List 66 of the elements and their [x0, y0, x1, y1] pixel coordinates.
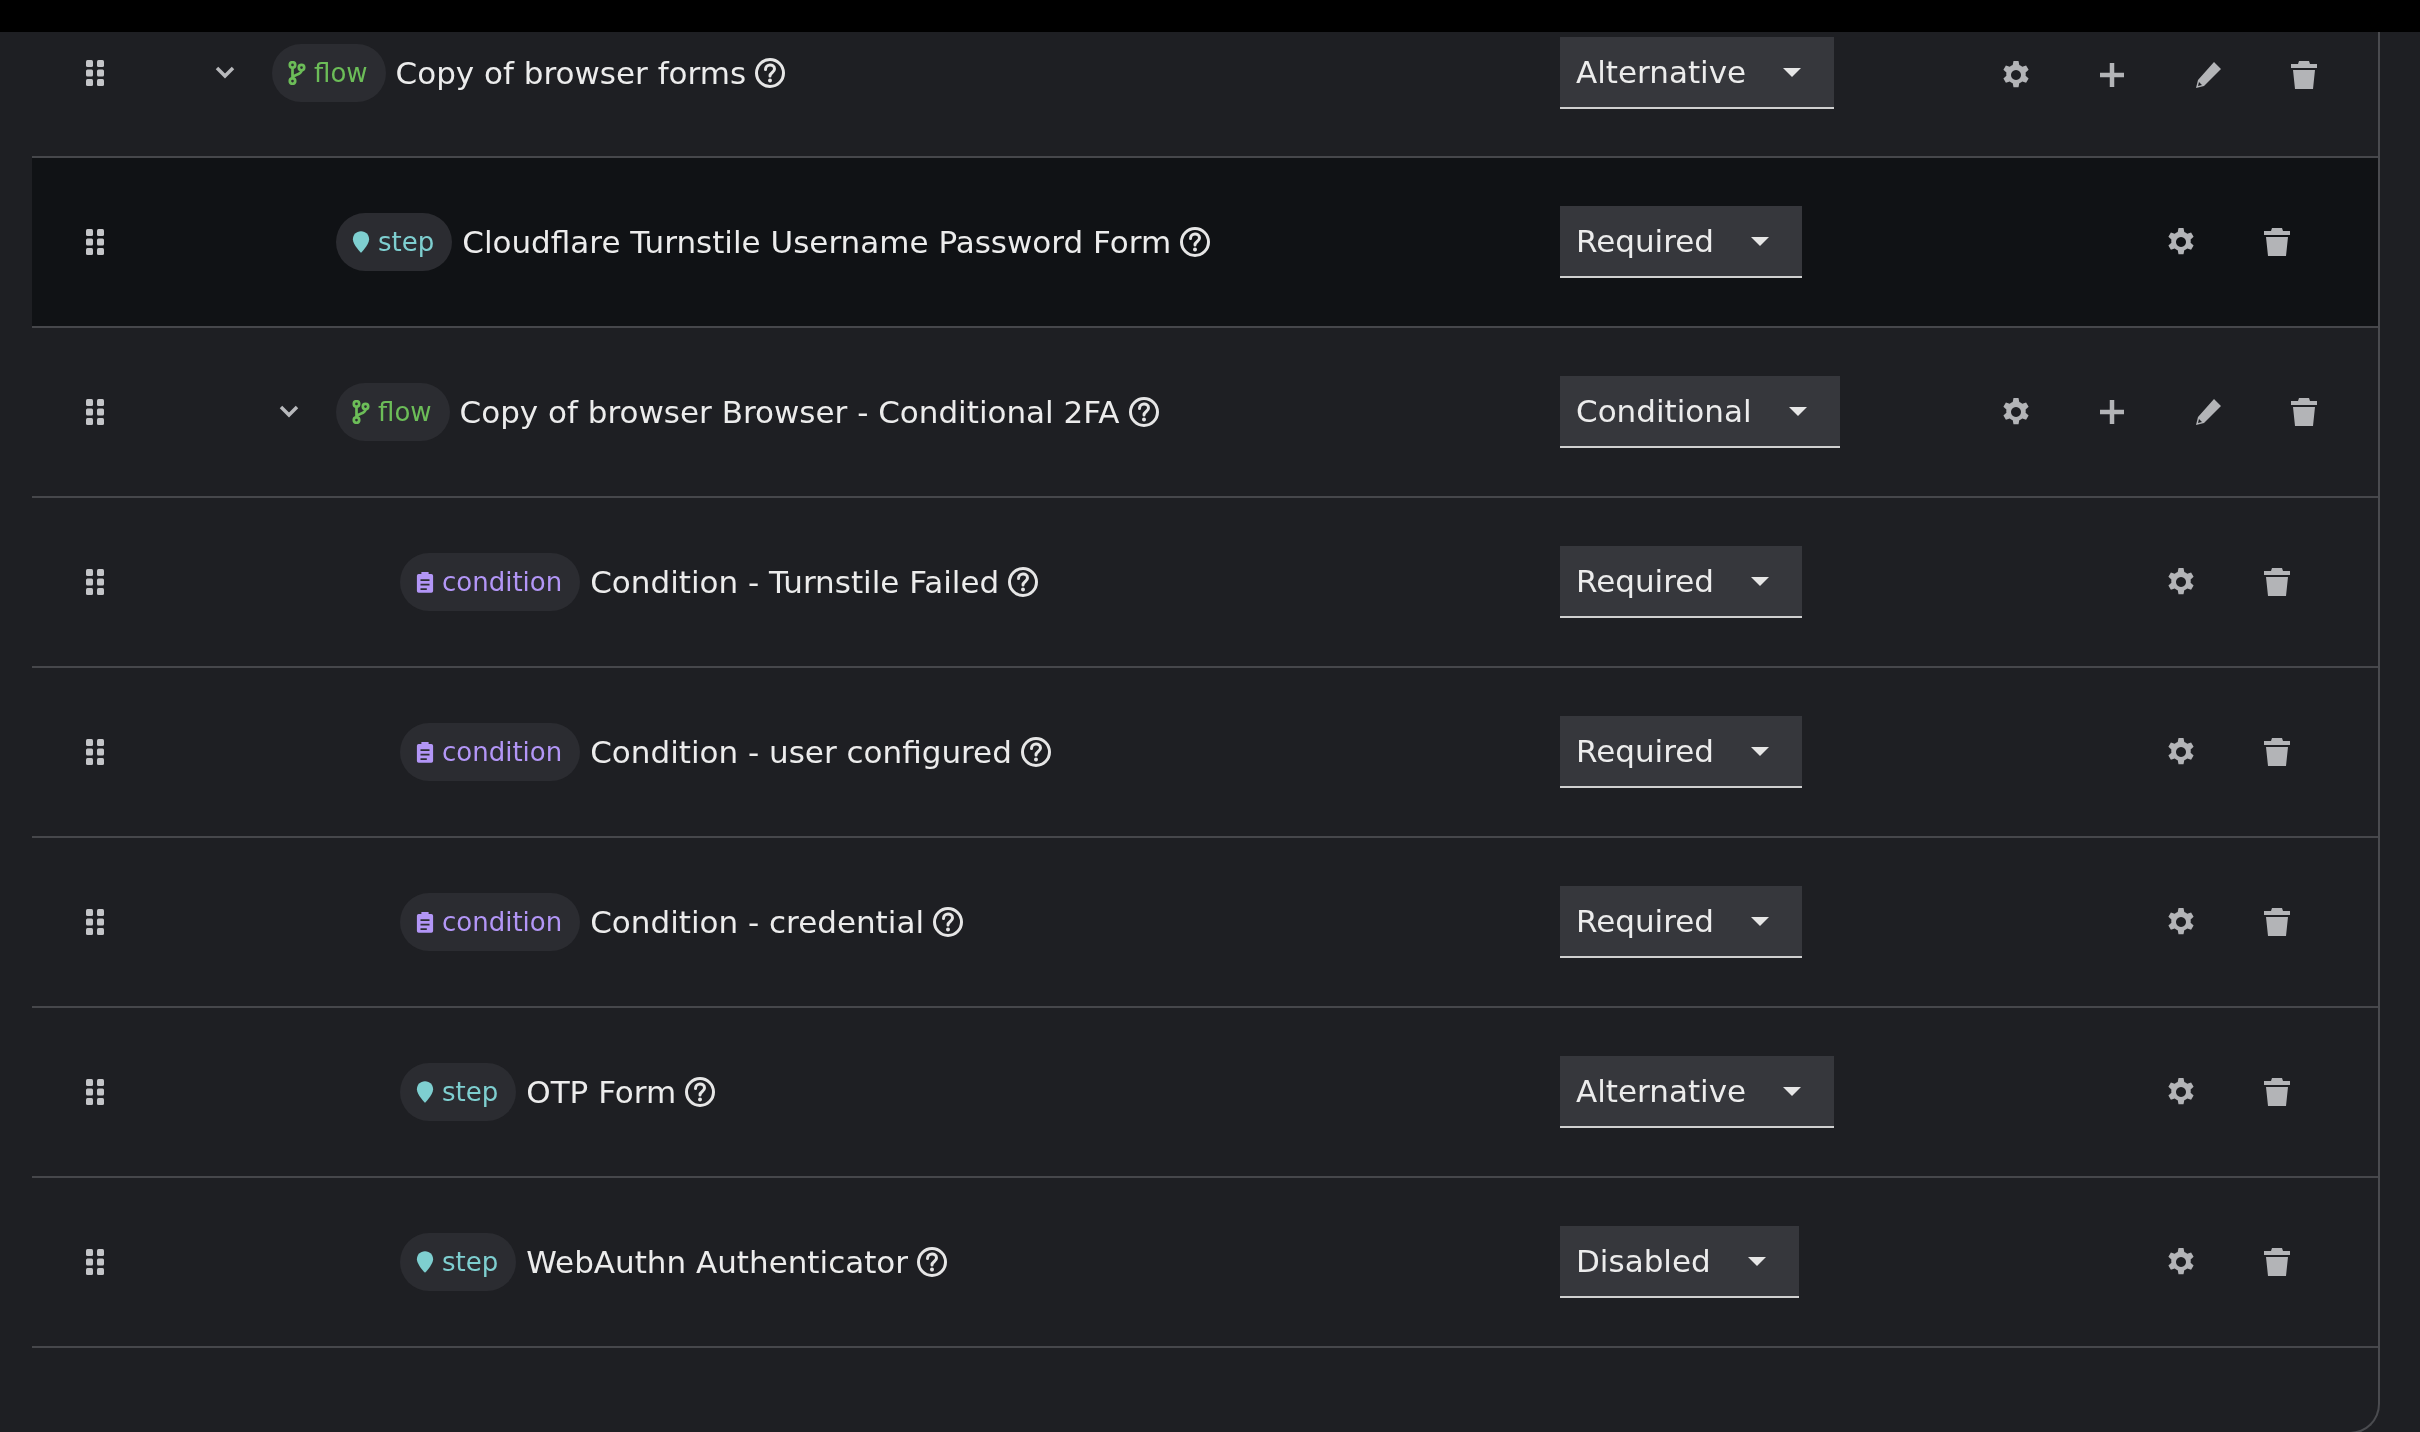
type-badge: flow	[336, 383, 450, 441]
drag-handle-icon[interactable]	[85, 59, 105, 87]
requirement-select[interactable]: Required	[1560, 206, 1802, 278]
trash-icon[interactable]	[2261, 736, 2293, 768]
branch-icon	[288, 61, 306, 85]
drag-handle-icon[interactable]	[85, 1078, 105, 1106]
requirement-select[interactable]: Conditional	[1560, 376, 1840, 448]
caret-icon	[1750, 236, 1770, 246]
requirement-select[interactable]: Alternative	[1560, 37, 1835, 109]
help-icon[interactable]	[932, 906, 964, 938]
type-badge: condition	[400, 893, 581, 951]
branch-icon	[352, 400, 370, 424]
caret-icon	[1782, 1086, 1803, 1096]
type-badge: condition	[400, 723, 581, 781]
chevron-icon[interactable]	[279, 405, 299, 419]
row-title: Condition - Turnstile Failed	[590, 564, 1000, 600]
type-badge: condition	[400, 553, 581, 611]
trash-icon[interactable]	[2288, 59, 2320, 91]
trash-icon[interactable]	[2261, 566, 2293, 598]
drag-handle-icon[interactable]	[85, 398, 105, 426]
drag-handle-icon[interactable]	[85, 1248, 105, 1276]
help-icon[interactable]	[1127, 396, 1160, 428]
drag-handle-icon[interactable]	[85, 908, 105, 936]
type-badge: step	[336, 213, 453, 271]
drag-handle-icon[interactable]	[85, 738, 105, 766]
help-icon[interactable]	[1007, 566, 1040, 598]
requirement-select[interactable]: Alternative	[1560, 1056, 1835, 1128]
requirement-select[interactable]: Required	[1560, 546, 1802, 618]
drag-handle-icon[interactable]	[85, 568, 105, 596]
caret-icon	[1750, 746, 1770, 756]
type-badge: flow	[272, 44, 386, 102]
clipboard-icon	[416, 910, 434, 934]
help-icon[interactable]	[1019, 736, 1052, 768]
row-title: Copy of browser forms	[395, 55, 747, 91]
caret-icon	[1750, 576, 1770, 586]
row-title: Condition - user configured	[590, 734, 1012, 770]
trash-icon[interactable]	[2288, 396, 2320, 428]
map-pin-icon	[416, 1250, 434, 1274]
help-icon[interactable]	[916, 1246, 949, 1278]
help-icon[interactable]	[754, 57, 787, 89]
row-title: WebAuthn Authenticator	[526, 1244, 909, 1280]
row-title: OTP Form	[526, 1074, 677, 1110]
map-pin-icon	[352, 230, 370, 254]
clipboard-icon	[416, 570, 434, 594]
caret-icon	[1782, 67, 1803, 77]
caret-icon	[1787, 406, 1808, 416]
type-badge: step	[400, 1233, 517, 1291]
requirement-select[interactable]: Disabled	[1560, 1226, 1799, 1298]
requirement-select[interactable]: Required	[1560, 716, 1802, 788]
requirement-select[interactable]: Required	[1560, 886, 1802, 958]
row-title: Copy of browser Browser - Conditional 2FA	[459, 394, 1120, 430]
chevron-icon[interactable]	[215, 66, 235, 80]
caret-icon	[1750, 916, 1770, 926]
clipboard-icon	[416, 740, 434, 764]
caret-icon	[1746, 1256, 1767, 1266]
trash-icon[interactable]	[2261, 1076, 2293, 1108]
trash-icon[interactable]	[2261, 226, 2293, 258]
trash-icon[interactable]	[2261, 1246, 2293, 1278]
row-title: Condition - credential	[590, 904, 924, 940]
row-title: Cloudflare Turnstile Username Password Form	[462, 224, 1172, 260]
trash-icon[interactable]	[2261, 906, 2293, 938]
drag-handle-icon[interactable]	[85, 228, 105, 256]
help-icon[interactable]	[1179, 226, 1212, 258]
help-icon[interactable]	[684, 1076, 717, 1108]
map-pin-icon	[416, 1080, 434, 1104]
type-badge: step	[400, 1063, 517, 1121]
